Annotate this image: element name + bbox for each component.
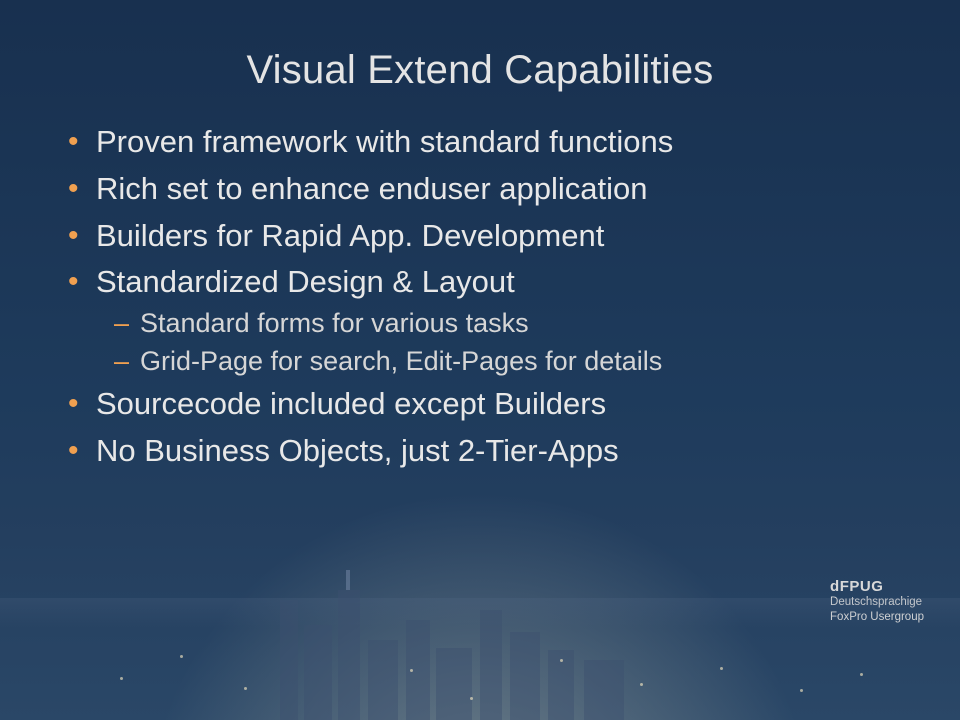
slide: Visual Extend Capabilities Proven framew… <box>0 0 960 720</box>
bullet-text: Sourcecode included except Builders <box>96 386 606 421</box>
bullet-item: Rich set to enhance enduser application <box>66 168 912 211</box>
sub-bullet-item: Grid-Page for search, Edit-Pages for det… <box>114 344 912 380</box>
bullet-list: Proven framework with standard functions… <box>66 121 912 473</box>
bullet-text: Rich set to enhance enduser application <box>96 171 647 206</box>
footer-line-2: FoxPro Usergroup <box>830 610 924 624</box>
slide-title: Visual Extend Capabilities <box>48 48 912 93</box>
bullet-item: Builders for Rapid App. Development <box>66 215 912 258</box>
bullet-text: Builders for Rapid App. Development <box>96 218 604 253</box>
footer: dFPUG Deutschsprachige FoxPro Usergroup <box>830 578 924 624</box>
bullet-item: Sourcecode included except Builders <box>66 383 912 426</box>
bullet-text: No Business Objects, just 2-Tier-Apps <box>96 433 619 468</box>
bullet-item: No Business Objects, just 2-Tier-Apps <box>66 430 912 473</box>
sub-bullet-text: Grid-Page for search, Edit-Pages for det… <box>140 346 662 376</box>
sub-bullet-item: Standard forms for various tasks <box>114 306 912 342</box>
sub-bullet-text: Standard forms for various tasks <box>140 308 529 338</box>
bullet-item: Proven framework with standard functions <box>66 121 912 164</box>
footer-line-1: Deutschsprachige <box>830 595 924 609</box>
bullet-text: Proven framework with standard functions <box>96 124 673 159</box>
bullet-item: Standardized Design & Layout Standard fo… <box>66 261 912 379</box>
footer-brand: dFPUG <box>830 578 924 595</box>
sub-bullet-list: Standard forms for various tasks Grid-Pa… <box>114 306 912 379</box>
bullet-text: Standardized Design & Layout <box>96 264 515 299</box>
